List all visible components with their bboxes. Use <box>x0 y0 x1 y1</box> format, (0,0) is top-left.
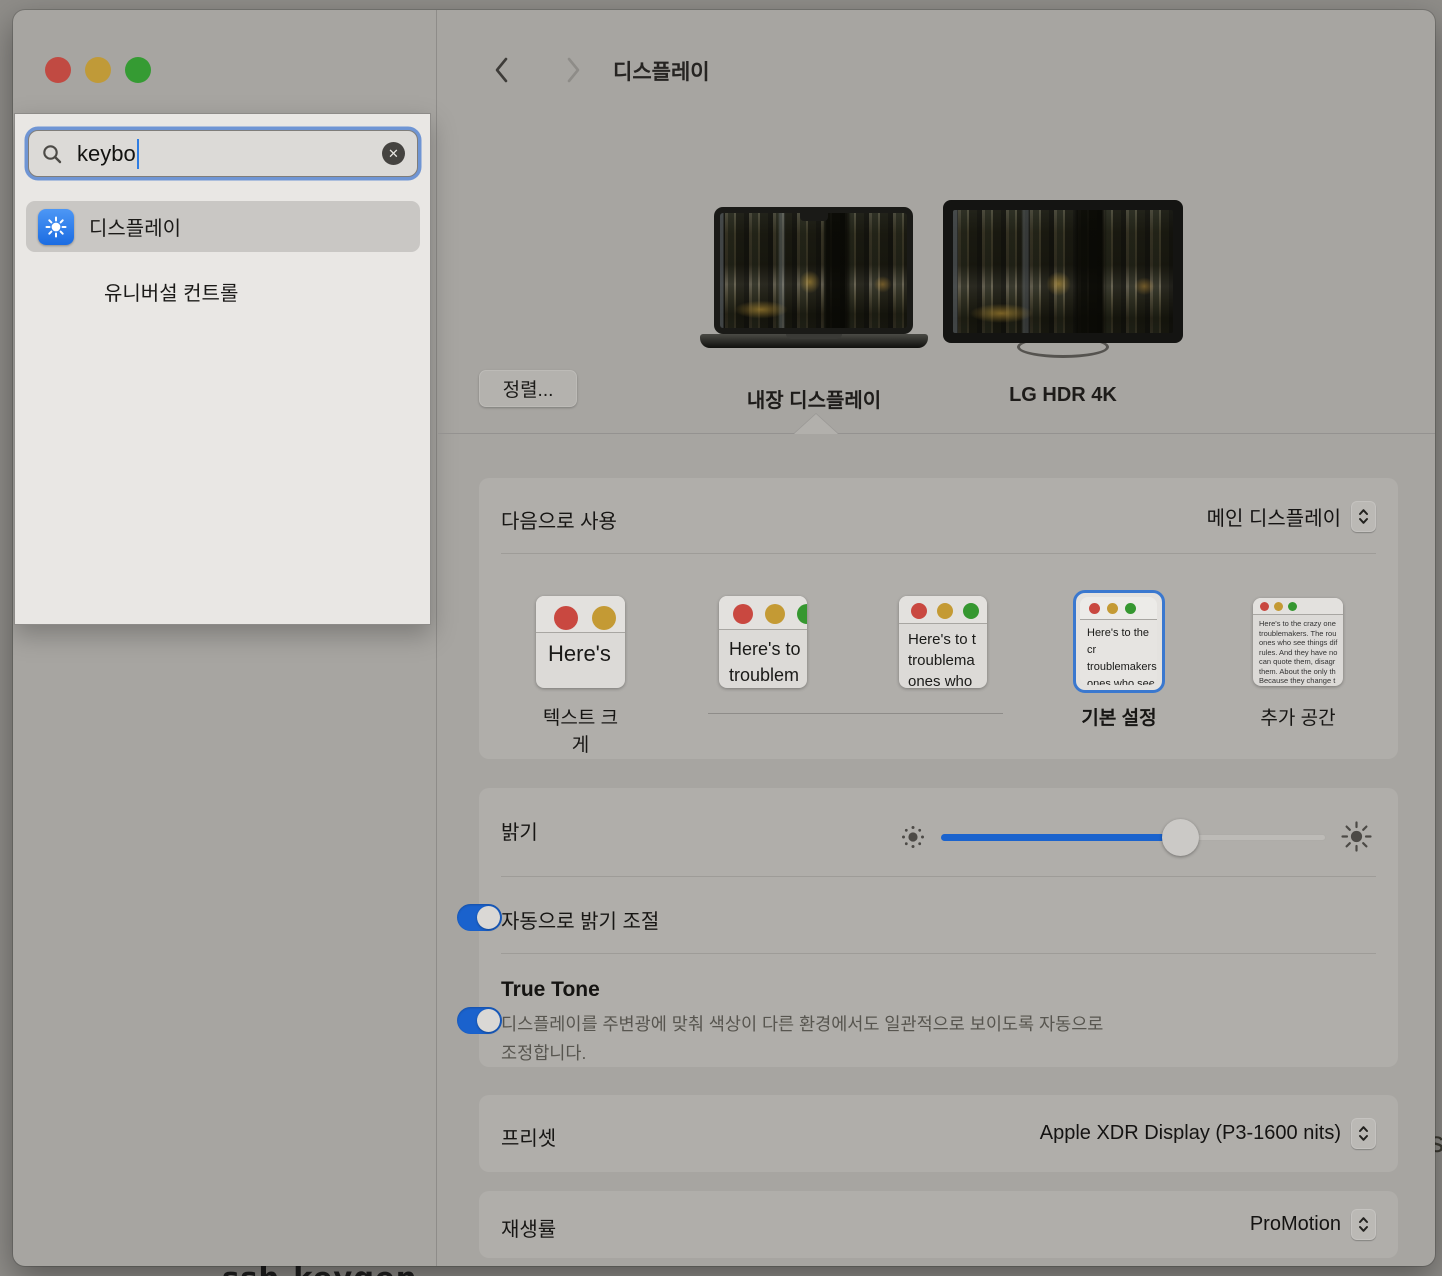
close-button[interactable] <box>45 57 71 83</box>
use-as-stepper[interactable] <box>1351 501 1376 532</box>
card-use-as: 다음으로 사용 메인 디스플레이 Here's Here's to trou <box>479 478 1398 759</box>
display-brightness-icon <box>38 209 74 245</box>
search-query-text: keybo <box>77 141 136 167</box>
true-tone-label: True Tone <box>501 978 600 1002</box>
display-preview-lg[interactable] <box>943 200 1183 343</box>
wallpaper-thumbnail <box>953 210 1173 333</box>
scaling-label-default: 기본 설정 <box>1073 703 1165 730</box>
brightness-label: 밝기 <box>501 816 538 845</box>
card-preset: 프리셋 Apple XDR Display (P3-1600 nits) <box>479 1095 1398 1172</box>
sidebar-item-label: 디스플레이 <box>89 212 181 241</box>
scaling-preview-text: Here's to troublem <box>719 630 807 688</box>
scaling-preview-text: Here's to t troublema ones who <box>899 624 987 688</box>
brightness-dim-icon <box>900 824 926 855</box>
arrange-button[interactable]: 정렬... <box>479 370 577 407</box>
scaling-option-more-space[interactable]: Here's to the crazy one troublemakers. T… <box>1253 598 1343 686</box>
forward-button[interactable] <box>564 56 584 84</box>
auto-brightness-label: 자동으로 밝기 조절 <box>501 905 659 934</box>
scaling-label-more-space: 추가 공간 <box>1253 703 1343 730</box>
text-caret <box>137 139 139 169</box>
wallpaper-thumbnail <box>720 213 907 328</box>
display-name-lg: LG HDR 4K <box>943 384 1183 407</box>
main-pane: 디스플레이 정렬... 내장 디스플레이 LG HDR 4K 다음으로 사용 메… <box>438 10 1435 1266</box>
scaling-option-2[interactable]: Here's to troublem <box>719 596 807 688</box>
scaling-option-default[interactable]: Here's to the cr troublemakers. ones who… <box>1073 590 1165 693</box>
search-input[interactable]: keybo ✕ <box>28 130 418 177</box>
refresh-rate-value: ProMotion <box>1250 1213 1341 1236</box>
zoom-button[interactable] <box>125 57 151 83</box>
sidebar-item-display[interactable]: 디스플레이 <box>26 201 420 252</box>
section-divider <box>438 433 1435 434</box>
separator <box>501 553 1376 554</box>
laptop-base <box>700 334 928 348</box>
preset-value: Apple XDR Display (P3-1600 nits) <box>1040 1122 1341 1145</box>
traffic-lights <box>45 57 151 83</box>
display-name-builtin: 내장 디스플레이 <box>714 384 914 413</box>
card-refresh-rate: 재생률 ProMotion <box>479 1191 1398 1258</box>
refresh-rate-stepper[interactable] <box>1351 1209 1376 1240</box>
use-as-label: 다음으로 사용 <box>501 505 617 534</box>
preset-label: 프리셋 <box>501 1122 556 1151</box>
scaling-option-3[interactable]: Here's to t troublema ones who <box>899 596 987 688</box>
separator <box>501 876 1376 877</box>
back-button[interactable] <box>491 56 511 84</box>
sidebar-item-label: 유니버설 컨트롤 <box>104 277 238 306</box>
use-as-value: 메인 디스플레이 <box>1207 502 1341 531</box>
minimize-button[interactable] <box>85 57 111 83</box>
system-settings-window: keybo ✕ 디스플레이 <box>13 10 1435 1266</box>
refresh-rate-label: 재생률 <box>501 1213 556 1242</box>
brightness-slider-knob[interactable] <box>1162 819 1199 856</box>
scaling-preview-text: Here's <box>536 633 625 667</box>
preset-stepper[interactable] <box>1351 1118 1376 1149</box>
laptop-notch <box>800 213 828 221</box>
scaling-label-larger-text: 텍스트 크게 <box>536 703 625 757</box>
selected-display-caret <box>794 414 838 434</box>
scaling-preview-text: Here's to the crazy one troublemakers. T… <box>1253 615 1343 686</box>
clear-search-icon[interactable]: ✕ <box>382 142 405 165</box>
scaling-tick-line <box>708 713 1003 714</box>
separator <box>501 953 1376 954</box>
brightness-slider[interactable] <box>941 834 1326 841</box>
search-results-popup: keybo ✕ 디스플레이 <box>14 113 431 625</box>
brightness-slider-fill <box>941 834 1180 841</box>
sidebar-item-universal-control[interactable]: 유니버설 컨트롤 <box>26 266 420 317</box>
brightness-bright-icon <box>1340 820 1373 858</box>
card-brightness: 밝기 <box>479 788 1398 1067</box>
search-icon <box>41 143 63 165</box>
scaling-preview-text: Here's to the cr troublemakers. ones who… <box>1080 620 1157 685</box>
sidebar: keybo ✕ 디스플레이 <box>13 10 437 1266</box>
true-tone-description: 디스플레이를 주변광에 맞춰 색상이 다른 환경에서도 일관적으로 보이도록 자… <box>501 1010 1241 1068</box>
display-preview-builtin[interactable] <box>714 207 913 334</box>
true-tone-toggle[interactable] <box>457 1007 502 1034</box>
auto-brightness-toggle[interactable] <box>457 904 502 931</box>
scaling-option-larger-text[interactable]: Here's <box>536 596 625 688</box>
page-title: 디스플레이 <box>613 56 710 86</box>
